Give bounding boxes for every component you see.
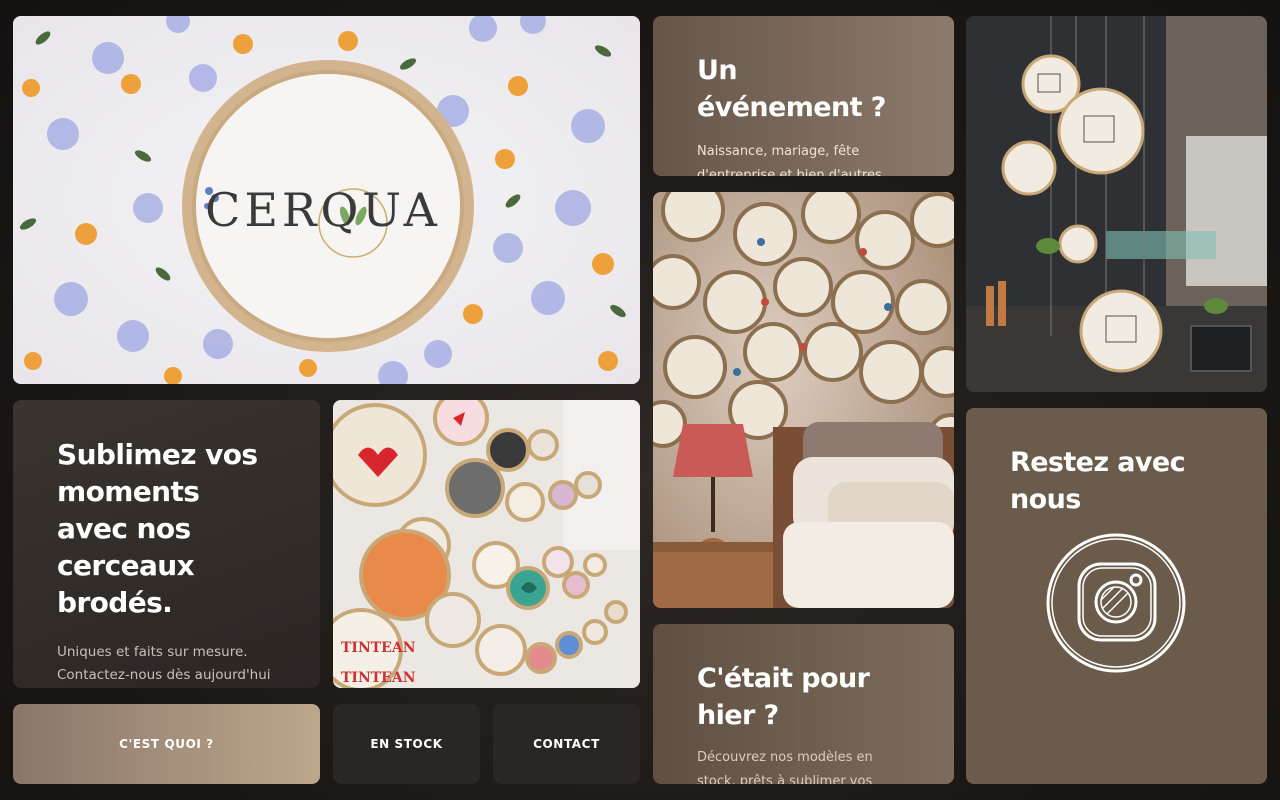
in-stock-button[interactable]: EN STOCK [333,704,480,784]
embroidery-hoop-logo-image: CERQUA [13,16,640,384]
contact-button[interactable]: CONTACT [493,704,640,784]
event-card[interactable]: Un événement ? Naissance, mariage, fête … [653,16,954,176]
what-is-it-button[interactable]: C'EST QUOI ? [13,704,320,784]
hero-card: Sublimez vos moments avec nos cerceaux b… [13,400,320,688]
event-title: Un événement ? [697,55,886,123]
embroidery-wall-image-tile: TINTEAN TINTEAN [333,400,640,688]
event-description: Naissance, mariage, fête d'entreprise et… [697,144,895,176]
brand-logo-text: CERQUA [205,183,441,237]
bedroom-hoops-image-tile [653,192,954,608]
office-hanging-hoops-photo [966,16,1267,392]
hero-description: Uniques et faits sur mesure. Contactez-n… [57,644,271,683]
office-hoops-image-tile [966,16,1267,392]
social-card[interactable]: Restez avec nous [966,408,1267,784]
instagram-icon[interactable] [1041,528,1191,678]
bedroom-embroidery-photo [653,192,954,608]
embroidery-wall-photo: TINTEAN TINTEAN [333,400,640,688]
svg-text:TINTEAN: TINTEAN [341,640,416,656]
social-title: Restez avec nous [1010,447,1186,515]
logo-image-tile: CERQUA [13,16,640,384]
yesterday-card[interactable]: C'était pour hier ? Découvrez nos modèle… [653,624,954,784]
yesterday-title: C'était pour hier ? [697,663,870,731]
svg-text:TINTEAN: TINTEAN [341,670,416,686]
yesterday-description: Découvrez nos modèles en stock, prêts à … [697,750,873,784]
hero-title: Sublimez vos moments avec nos cerceaux b… [57,438,258,619]
